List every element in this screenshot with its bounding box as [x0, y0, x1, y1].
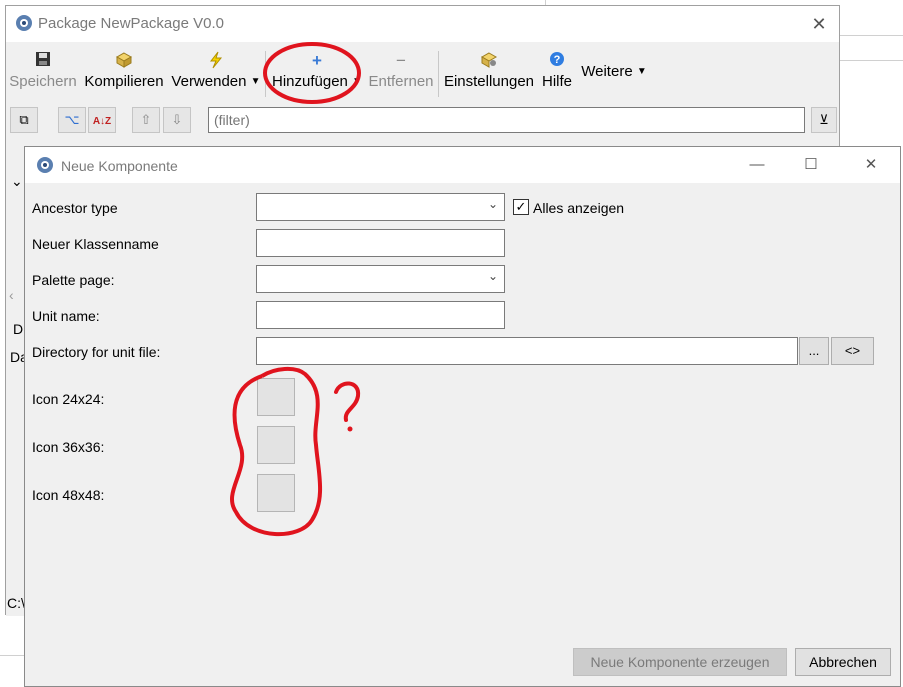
unit-name-input[interactable] [256, 301, 505, 329]
browse-directory-button[interactable]: ... [799, 337, 829, 365]
package-window-title: Package NewPackage V0.0 [38, 15, 224, 32]
lightning-icon [171, 51, 261, 71]
add-button[interactable]: + Hinzufügen ▼ [270, 51, 364, 97]
settings-label: Einstellungen [443, 73, 535, 90]
move-up-button[interactable]: ⇧ [132, 107, 160, 133]
help-button[interactable]: ? Hilfe [538, 51, 576, 97]
unit-name-label: Unit name: [32, 308, 100, 324]
more-button[interactable]: Weitere ▼ [578, 61, 650, 107]
chevron-down-icon: ⌄ [487, 197, 498, 211]
ancestor-type-combo[interactable]: ⌄ [256, 193, 505, 221]
package-toolbar: Speichern Kompilieren Verwenden ▼ + Hinz… [6, 43, 839, 101]
new-component-dialog: Neue Komponente — ☐ ✕ Ancestor type ⌄ ✓ … [24, 146, 901, 687]
use-button[interactable]: Verwenden ▼ [171, 51, 261, 97]
help-label: Hilfe [541, 73, 572, 90]
dropdown-arrow-icon[interactable]: ▼ [352, 76, 362, 87]
dialog-titlebar: Neue Komponente — ☐ ✕ [25, 147, 900, 183]
filter-row: ⧉ ⌥ A↓Z ⇧ ⇩ ⊻ [6, 103, 839, 139]
maximize-icon[interactable]: ☐ [791, 153, 831, 177]
save-button[interactable]: Speichern [9, 51, 77, 97]
remove-label: Entfernen [368, 73, 434, 90]
toolbar-separator [438, 51, 439, 97]
class-name-label: Neuer Klassenname [32, 236, 159, 252]
windows-icon: ⧉ [19, 112, 29, 127]
pane-fragment: C:\ [7, 595, 25, 611]
compile-label: Kompilieren [84, 73, 164, 90]
more-label: Weitere ▼ [581, 63, 647, 80]
close-icon[interactable]: ✕ [851, 153, 891, 177]
minus-icon: − [396, 51, 406, 70]
help-icon: ? [538, 51, 576, 71]
settings-button[interactable]: Einstellungen [443, 51, 535, 97]
icon24-label: Icon 24x24: [32, 391, 105, 407]
filter-clear-icon: ⊻ [819, 112, 829, 127]
palette-page-label: Palette page: [32, 272, 115, 288]
icon36-button[interactable] [257, 426, 295, 464]
lazarus-logo-icon [16, 15, 32, 31]
compile-button[interactable]: Kompilieren [82, 51, 166, 97]
move-down-button[interactable]: ⇩ [163, 107, 191, 133]
dropdown-arrow-icon: ▼ [636, 66, 647, 77]
close-icon[interactable]: ✕ [806, 12, 832, 36]
icon48-label: Icon 48x48: [32, 487, 105, 503]
save-icon [9, 51, 77, 71]
icon48-button[interactable] [257, 474, 295, 512]
directory-label: Directory for unit file: [32, 344, 161, 360]
package-titlebar: Package NewPackage V0.0 ✕ [6, 6, 839, 42]
tree-icon: ⌥ [64, 112, 80, 127]
settings-icon [443, 51, 535, 71]
plus-icon: + [312, 51, 322, 70]
package-tree-pane: ⌄ ‹ D Da C:\ [6, 141, 28, 616]
show-all-checkbox[interactable]: ✓ [513, 199, 529, 215]
arrow-up-icon: ⇧ [140, 112, 152, 127]
ancestor-type-label: Ancestor type [32, 200, 118, 216]
pane-fragment: D [13, 321, 24, 337]
use-label: Verwenden ▼ [171, 73, 261, 90]
dropdown-arrow-icon[interactable]: ▼ [251, 76, 261, 87]
sort-button[interactable]: A↓Z [88, 107, 116, 133]
filter-input[interactable] [208, 107, 805, 133]
chevron-down-icon: ⌄ [487, 269, 498, 283]
toolbar-separator [265, 51, 266, 97]
class-name-input[interactable] [256, 229, 505, 257]
clear-filter-button[interactable]: ⊻ [811, 107, 837, 133]
lazarus-logo-icon [37, 157, 53, 173]
show-all-label: Alles anzeigen [533, 200, 625, 216]
icon24-button[interactable] [257, 378, 295, 416]
icon36-label: Icon 36x36: [32, 439, 105, 455]
directory-input[interactable] [256, 337, 798, 365]
remove-button[interactable]: − Entfernen [366, 51, 436, 97]
dialog-title: Neue Komponente [61, 158, 178, 174]
cancel-button[interactable]: Abbrechen [795, 648, 891, 676]
tree-view-button[interactable]: ⌥ [58, 107, 86, 133]
scroll-left-icon[interactable]: ‹ [9, 287, 14, 303]
sort-az-icon: A↓Z [92, 116, 112, 127]
palette-page-combo[interactable]: ⌄ [256, 265, 505, 293]
add-label: Hinzufügen ▼ [272, 73, 362, 90]
checkmark-icon: ✓ [515, 199, 527, 214]
open-package-button[interactable]: ⧉ [10, 107, 38, 133]
expand-chevron-icon[interactable]: ⌄ [11, 173, 23, 190]
arrow-down-icon: ⇩ [171, 112, 183, 127]
save-label: Speichern [9, 73, 77, 90]
toggle-path-button[interactable]: <> [831, 337, 874, 365]
svg-text:?: ? [554, 54, 561, 66]
minimize-icon[interactable]: — [737, 153, 777, 177]
create-component-button[interactable]: Neue Komponente erzeugen [573, 648, 787, 676]
compile-icon [82, 51, 166, 71]
